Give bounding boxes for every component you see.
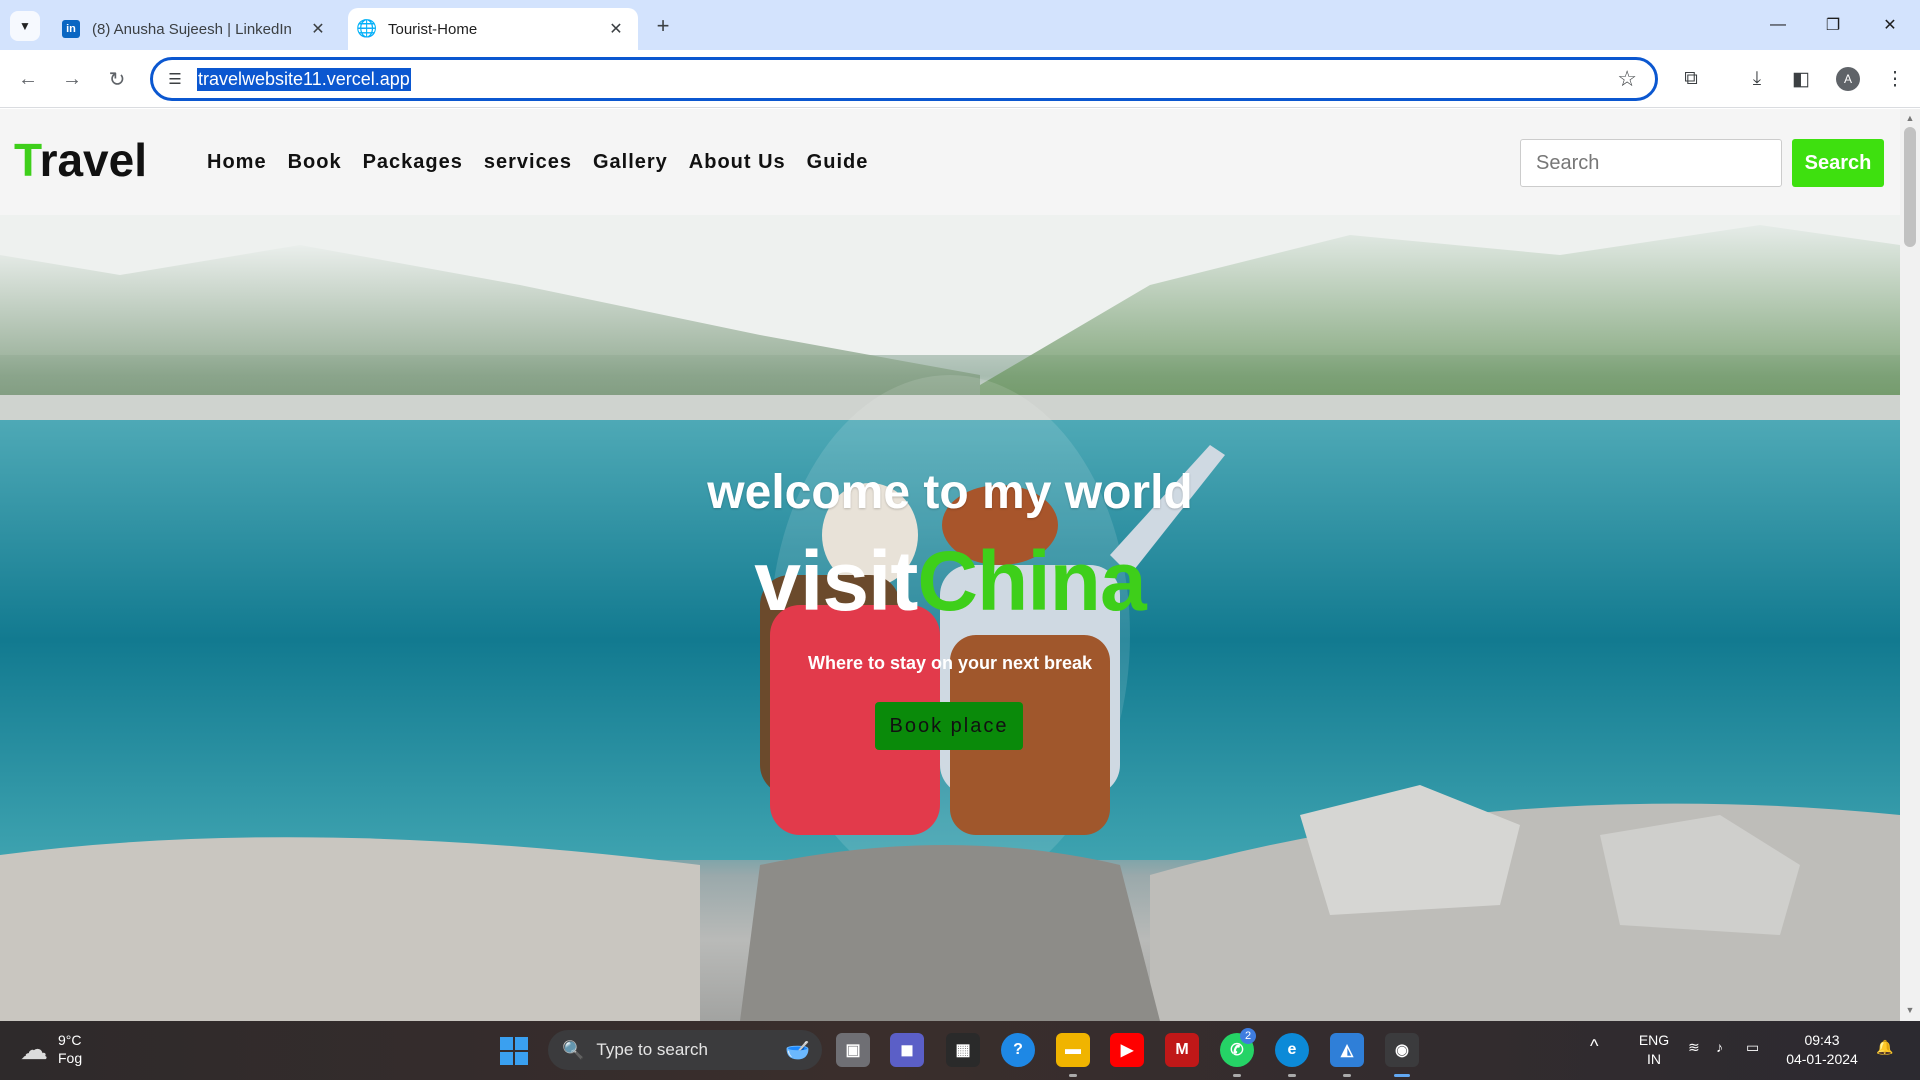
site-navbar: Travel Home Book Packages services Galle… — [0, 109, 1900, 215]
photos-app-icon[interactable]: ◭ — [1330, 1033, 1364, 1067]
wifi-icon[interactable]: ≋ — [1688, 1038, 1700, 1057]
side-panel-icon[interactable]: ◧ — [1786, 64, 1816, 94]
get-help-icon[interactable]: ? — [1001, 1033, 1035, 1067]
nav-services-link[interactable]: services — [484, 151, 572, 174]
page-scrollbar[interactable]: ▲ ▼ — [1900, 109, 1920, 1021]
taskbar-search-placeholder: Type to search — [596, 1040, 708, 1059]
bookmark-star-icon[interactable]: ☆ — [1617, 66, 1637, 92]
clock-time: 09:43 — [1804, 1032, 1840, 1048]
search-icon: 🔍 — [562, 1039, 585, 1060]
teams-chat-icon[interactable]: ◼ — [890, 1033, 924, 1067]
page-viewport: Travel Home Book Packages services Galle… — [0, 109, 1920, 1021]
language-indicator[interactable]: ENG IN — [1634, 1031, 1674, 1069]
scroll-up-arrow-icon[interactable]: ▲ — [1904, 113, 1916, 125]
close-icon[interactable]: ✕ — [306, 17, 330, 41]
region-code: IN — [1647, 1051, 1661, 1067]
hero-content: welcome to my world visitChina Where to … — [0, 215, 1900, 1021]
whatsapp-badge: 2 — [1240, 1028, 1256, 1044]
browser-tab-bar: ▼ in (8) Anusha Sujeesh | LinkedIn ✕ 🌐 T… — [0, 0, 1920, 50]
tray-chevron-up-icon[interactable]: ^ — [1590, 1037, 1598, 1056]
hero-title-prefix: visit — [754, 534, 918, 628]
forward-arrow-icon[interactable]: → — [56, 63, 88, 95]
weather-text: 9°C Fog — [58, 1031, 82, 1067]
address-bar[interactable]: ☰ travelwebsite11.vercel.app ☆ — [150, 57, 1658, 101]
site-logo[interactable]: Travel — [14, 133, 147, 187]
linkedin-icon: in — [62, 20, 80, 38]
url-text[interactable]: travelwebsite11.vercel.app — [197, 67, 411, 91]
globe-icon: 🌐 — [356, 19, 378, 38]
tab-title: Tourist-Home — [388, 20, 478, 38]
nav-gallery-link[interactable]: Gallery — [593, 151, 668, 174]
task-view-icon[interactable]: ▣ — [836, 1033, 870, 1067]
nav-guide-link[interactable]: Guide — [807, 151, 869, 174]
taskbar-search-box[interactable]: 🔍 Type to search 🥣 — [548, 1030, 822, 1070]
tab-tourist-home[interactable]: 🌐 Tourist-Home ✕ — [348, 8, 638, 50]
fog-cloud-icon: ☁ — [20, 1033, 48, 1065]
hero-title: visitChina — [0, 533, 1900, 630]
weather-widget[interactable]: ☁ 9°C Fog — [20, 1031, 82, 1067]
windows-taskbar: ☁ 9°C Fog 🔍 Type to search 🥣 ▣ ◼ ▦ ? ▬ ▶… — [0, 1021, 1920, 1080]
windows-start-icon[interactable] — [500, 1037, 528, 1065]
hero-subtitle: Where to stay on your next break — [807, 653, 1093, 673]
chrome-browser-icon[interactable]: ◉ — [1385, 1033, 1419, 1067]
tab-search-chevron-icon[interactable]: ▼ — [10, 11, 40, 41]
close-icon[interactable]: ✕ — [604, 17, 628, 41]
running-indicator — [1343, 1074, 1351, 1077]
nav-packages-link[interactable]: Packages — [363, 151, 463, 174]
main-menu: Home Book Packages services Gallery Abou… — [207, 151, 889, 174]
microsoft-store-icon[interactable]: ▦ — [946, 1033, 980, 1067]
file-explorer-icon[interactable]: ▬ — [1056, 1033, 1090, 1067]
scroll-thumb[interactable] — [1904, 127, 1916, 247]
notification-bell-icon[interactable]: 🔔 — [1876, 1038, 1893, 1057]
minimize-icon[interactable]: — — [1758, 8, 1798, 42]
tab-title: (8) Anusha Sujeesh | LinkedIn — [92, 20, 292, 38]
hero-title-place: China — [917, 534, 1146, 628]
weather-temp: 9°C — [58, 1032, 82, 1048]
running-indicator — [1069, 1074, 1077, 1077]
search-highlight-bowl-icon: 🥣 — [785, 1039, 810, 1062]
edge-browser-icon[interactable]: e — [1275, 1033, 1309, 1067]
language-code: ENG — [1638, 1032, 1670, 1048]
weather-desc: Fog — [58, 1050, 83, 1066]
logo-text: ravel — [39, 134, 147, 186]
site-settings-icon[interactable]: ☰ — [163, 67, 187, 91]
active-app-indicator — [1394, 1074, 1410, 1077]
running-indicator — [1233, 1074, 1241, 1077]
menu-kebab-icon[interactable]: ⋮ — [1880, 64, 1910, 94]
clock-date: 04-01-2024 — [1786, 1051, 1858, 1067]
browser-toolbar: ← → ↻ ☰ travelwebsite11.vercel.app ☆ ⧉ ⤓… — [0, 50, 1920, 108]
mcafee-shield-icon[interactable]: M — [1165, 1033, 1199, 1067]
site-search-button[interactable]: Search — [1792, 139, 1884, 187]
volume-icon[interactable]: ♪ — [1716, 1038, 1723, 1057]
nav-book-link[interactable]: Book — [288, 151, 342, 174]
youtube-icon[interactable]: ▶ — [1110, 1033, 1144, 1067]
battery-icon[interactable]: ▭ — [1746, 1038, 1759, 1057]
download-icon[interactable]: ⤓ — [1742, 64, 1772, 94]
logo-accent-letter: T — [14, 134, 40, 186]
running-indicator — [1288, 1074, 1296, 1077]
window-close-icon[interactable]: ✕ — [1870, 8, 1910, 42]
nav-home-link[interactable]: Home — [207, 151, 267, 174]
scroll-down-arrow-icon[interactable]: ▼ — [1904, 1005, 1916, 1017]
new-tab-plus-icon[interactable]: + — [650, 13, 676, 39]
profile-avatar[interactable]: A — [1836, 67, 1860, 91]
restore-icon[interactable]: ❐ — [1813, 8, 1853, 42]
tab-linkedin[interactable]: in (8) Anusha Sujeesh | LinkedIn ✕ — [52, 8, 340, 50]
reload-icon[interactable]: ↻ — [101, 63, 133, 95]
book-place-button[interactable]: Book place — [875, 702, 1023, 750]
extensions-puzzle-icon[interactable]: ⧉ — [1676, 64, 1706, 94]
nav-about-link[interactable]: About Us — [689, 151, 786, 174]
clock[interactable]: 09:43 04-01-2024 — [1782, 1031, 1862, 1069]
site-search-input[interactable] — [1520, 139, 1782, 187]
back-arrow-icon[interactable]: ← — [12, 63, 44, 95]
hero-banner: welcome to my world visitChina Where to … — [0, 215, 1900, 1021]
hero-welcome-heading: welcome to my world — [707, 466, 1193, 519]
